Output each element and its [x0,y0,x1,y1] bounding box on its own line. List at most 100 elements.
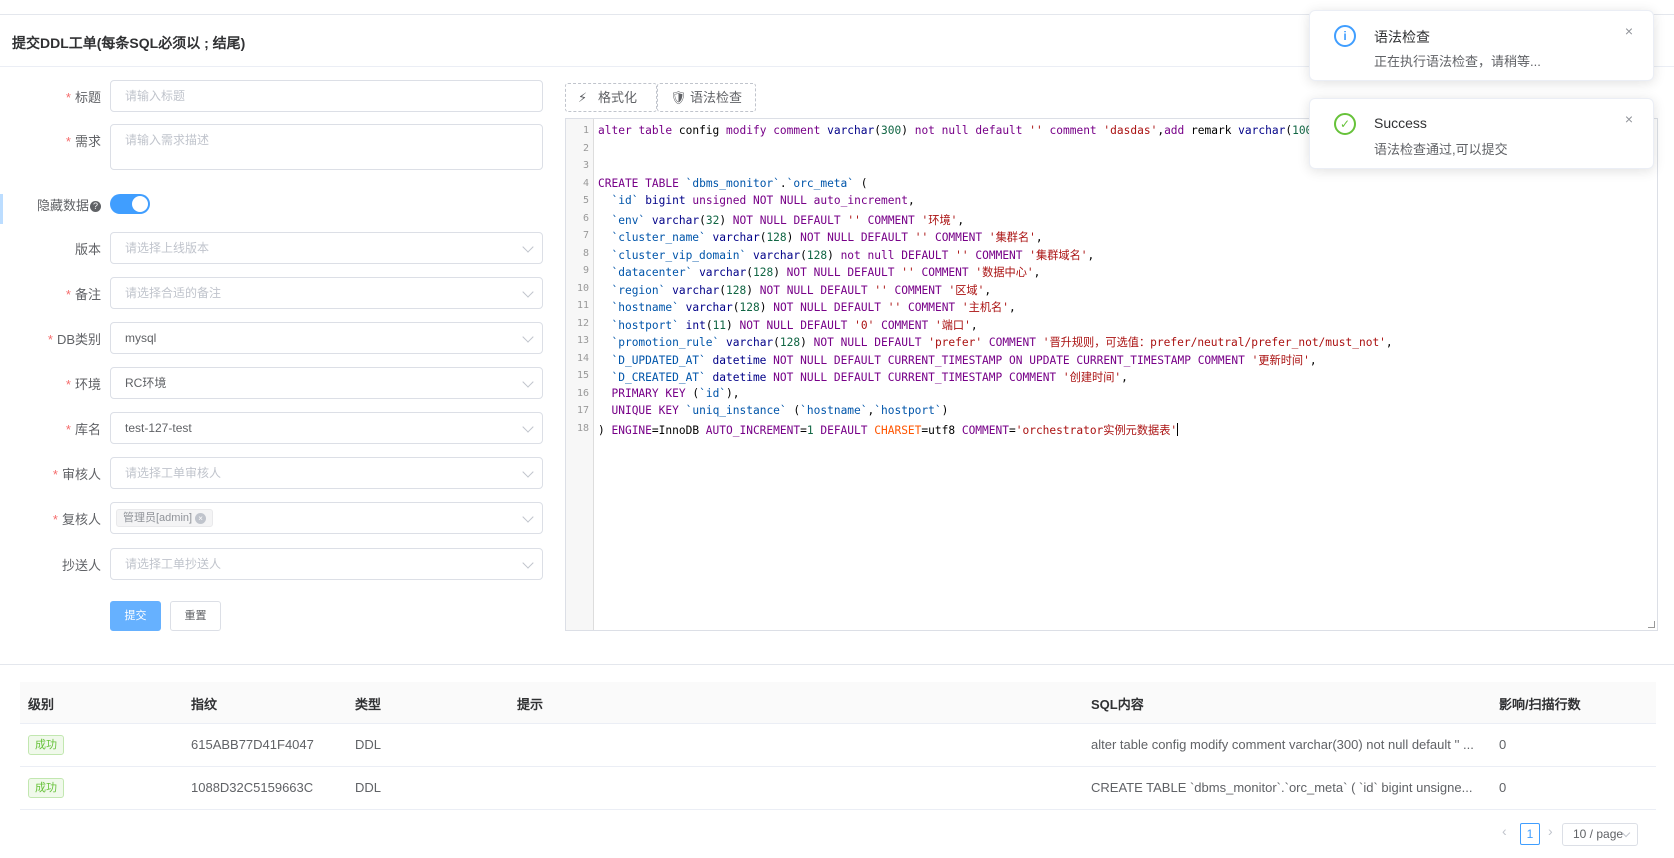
line-number: 10 [576,282,589,294]
version-select[interactable]: 请选择上线版本 [110,232,543,264]
code-line: `D_UPDATED_AT` datetime NOT NULL DEFAULT… [611,353,1317,367]
table-row: 成功 615ABB77D41F4047 DDL alter table conf… [20,724,1656,767]
header-rows: 影响/扫描行数 [1499,697,1581,712]
required-mark: * [65,287,71,302]
form-row-cc: 抄送人 请选择工单抄送人 [0,548,545,580]
chevron-down-icon [522,421,534,433]
submit-button[interactable]: 提交 [110,601,161,631]
code-line: PRIMARY KEY (`id`), [611,386,740,400]
remark-label: 备注 [74,287,101,302]
required-mark: * [52,512,58,527]
page-number-current[interactable]: 1 [1520,823,1540,845]
code-line: `region` varchar(128) NOT NULL DEFAULT '… [611,283,992,297]
line-number: 6 [582,212,589,224]
line-number: 5 [582,195,589,206]
notification-title: 语法检查 [1374,29,1430,45]
required-mark: * [65,90,71,105]
required-mark: * [52,467,58,482]
close-icon[interactable]: × [1625,23,1633,39]
header-level: 级别 [28,697,55,712]
text-cursor [1177,422,1179,436]
line-number: 17 [576,405,589,416]
line-number: 14 [576,352,589,364]
tag-close-icon[interactable]: × [195,513,207,524]
line-number: 18 [576,422,589,434]
form-row-version: 版本 请选择上线版本 [0,232,545,264]
rechecker-select[interactable]: 管理员[admin] × [110,502,543,534]
db-type-label: DB类别 [56,332,101,347]
form-row-remark: * 备注 请选择合适的备注 [0,277,545,309]
toggle-knob [132,196,148,212]
help-icon[interactable]: ? [90,201,101,212]
requirement-label: 需求 [74,134,101,149]
remark-select[interactable]: 请选择合适的备注 [110,277,543,309]
form-row-rechecker: * 复核人 管理员[admin] × [0,502,545,534]
cc-label: 抄送人 [61,558,101,573]
form-row-title: * 标题 请输入标题 [0,80,545,112]
form-row-database: * 库名 test-127-test [0,412,545,444]
requirement-textarea[interactable]: 请输入需求描述 [110,124,543,170]
code-line: `datacenter` varchar(128) NOT NULL DEFAU… [611,266,1041,279]
code-line: CREATE TABLE `dbms_monitor`.`orc_meta` ( [598,176,868,190]
resize-handle[interactable] [1648,621,1655,628]
database-select[interactable]: test-127-test [110,412,543,444]
database-label: 库名 [74,422,101,437]
line-number: 8 [582,247,589,259]
form-row-db-type: * DB类别 mysql [0,322,545,354]
status-badge: 成功 [28,735,64,755]
reviewer-label: 审核人 [61,467,101,482]
code-line: `env` varchar(32) NOT NULL DEFAULT '' CO… [611,213,965,227]
required-mark: * [65,422,71,437]
sql-editor[interactable]: 1 2 3 4 5 6 7 8 9 10 11 12 13 14 15 16 1… [565,118,1658,631]
cc-select[interactable]: 请选择工单抄送人 [110,548,543,580]
lightning-icon: ⚡ [578,90,588,105]
reset-button[interactable]: 重置 [170,601,221,631]
close-icon[interactable]: × [1625,111,1633,127]
chevron-down-icon [522,466,534,478]
chevron-down-icon [522,557,534,569]
notification-message: 语法检查通过,可以提交 [1374,142,1508,157]
line-number: 12 [576,317,589,329]
hide-data-label: 隐藏数据 [36,198,89,213]
line-number: 11 [576,300,589,311]
section-divider [0,664,1674,665]
version-label: 版本 [74,242,101,257]
status-badge: 成功 [28,778,64,798]
form-row-requirement: * 需求 请输入需求描述 [0,124,545,170]
hide-data-toggle[interactable] [110,194,150,214]
code-line: ) ENGINE=InnoDB AUTO_INCREMENT=1 DEFAULT… [598,422,1179,437]
db-type-select[interactable]: mysql [110,322,543,354]
line-number: 2 [582,142,589,154]
title-input[interactable]: 请输入标题 [110,80,543,112]
rechecker-label: 复核人 [61,512,101,527]
line-number: 13 [576,335,589,346]
next-page-button[interactable]: › [1548,823,1553,839]
code-line: `id` bigint unsigned NOT NULL auto_incre… [611,194,915,207]
notification-message: 正在执行语法检查，请稍等... [1374,54,1541,69]
code-line: `D_CREATED_AT` datetime NOT NULL DEFAULT… [611,371,1128,384]
cell-fingerprint: 615ABB77D41F4047 [191,737,314,752]
chevron-down-icon [522,331,534,343]
reviewer-select[interactable]: 请选择工单审核人 [110,457,543,489]
cell-type: DDL [355,780,382,795]
env-select[interactable]: RC环境 [110,367,543,399]
code-line: `cluster_vip_domain` varchar(128) not nu… [611,248,1095,262]
form-row-hide-data: 隐藏数据? [0,186,545,218]
syntax-check-button[interactable]: 🛡 语法检查 [657,83,756,112]
line-number: 4 [582,177,589,189]
chevron-down-icon [522,511,534,523]
page-size-select[interactable]: 10 / page [1562,823,1638,846]
header-fingerprint: 指纹 [191,697,218,712]
code-line: `promotion_rule` varchar(128) NOT NULL D… [611,336,1393,349]
required-mark: * [65,377,71,392]
table-row: 成功 1088D32C5159663C DDL CREATE TABLE `db… [20,767,1656,810]
code-line: UNIQUE KEY `uniq_instance` (`hostname`,`… [611,404,949,417]
shield-icon: 🛡 [670,90,687,105]
chevron-down-icon [522,241,534,253]
prev-page-button[interactable]: ‹ [1502,823,1507,839]
line-number: 15 [576,370,589,381]
title-label: 标题 [74,90,101,105]
chevron-down-icon [522,286,534,298]
format-button[interactable]: ⚡ 格式化 [565,83,657,112]
notification-success: ✓ Success 语法检查通过,可以提交 × [1309,98,1654,169]
